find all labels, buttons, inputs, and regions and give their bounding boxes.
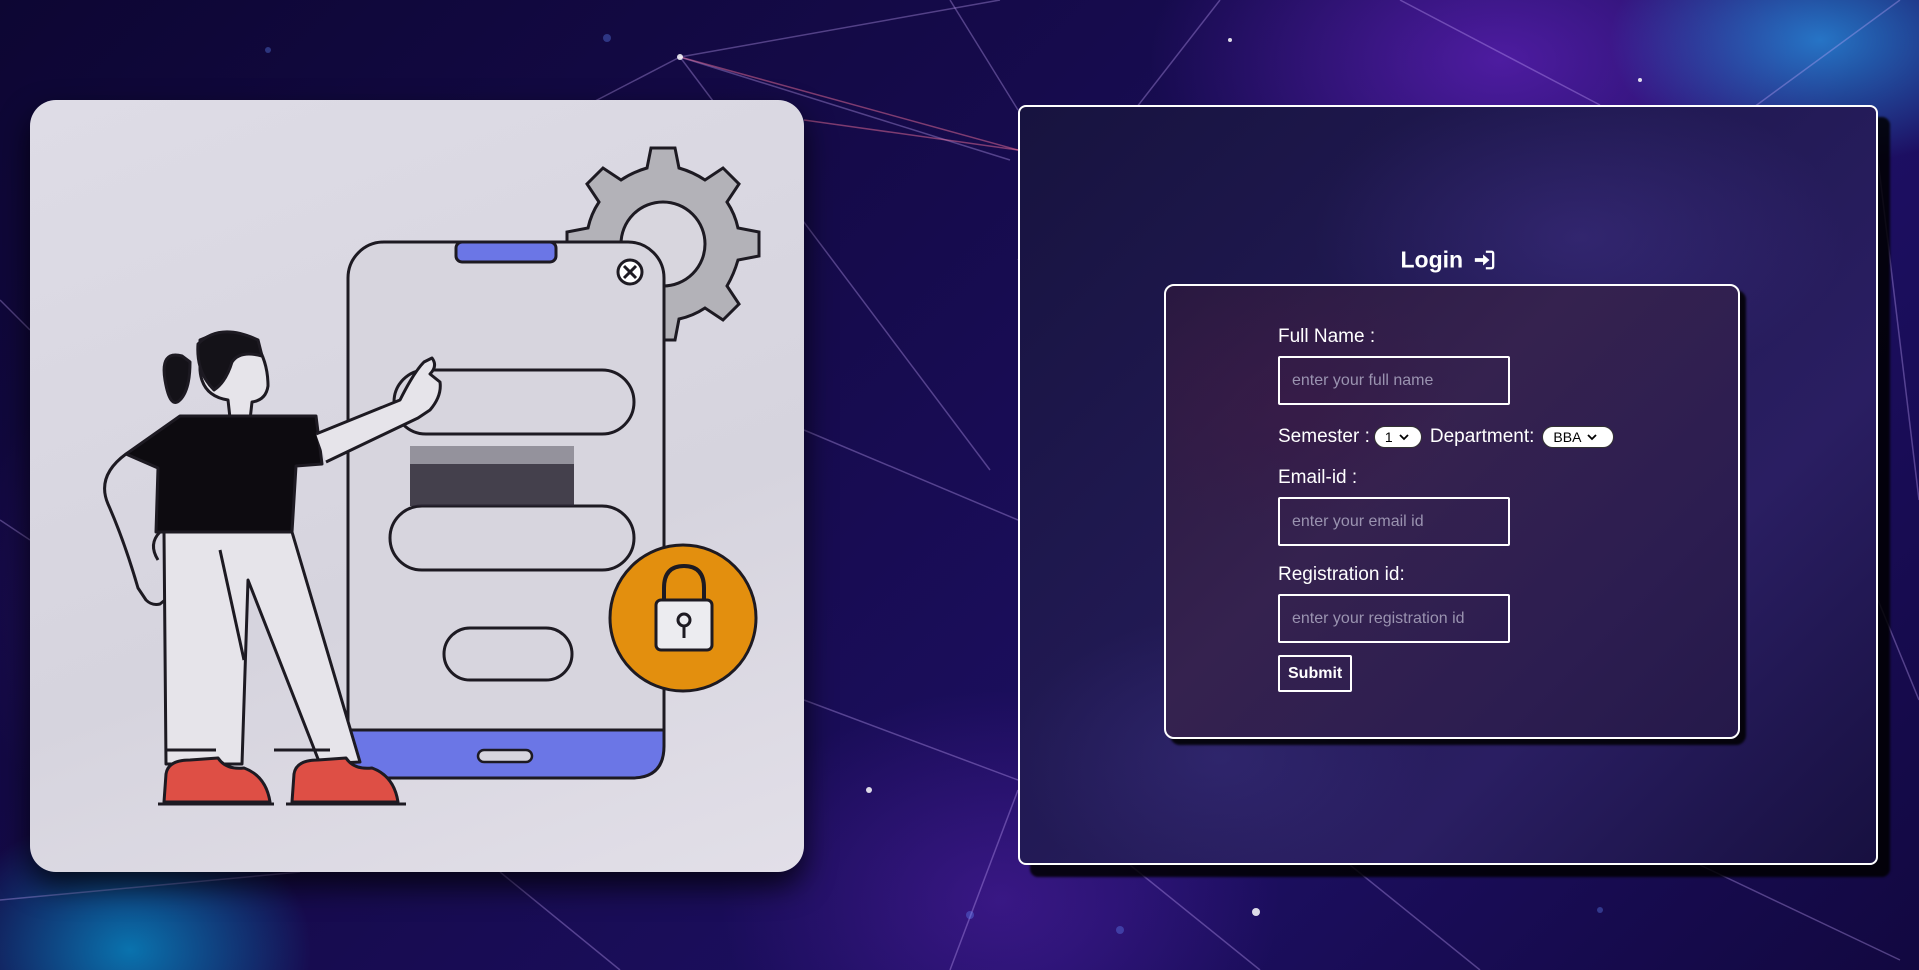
department-value: BBA bbox=[1553, 429, 1582, 445]
close-icon bbox=[616, 258, 644, 286]
login-illustration-card bbox=[30, 100, 804, 872]
full-name-input[interactable] bbox=[1278, 356, 1510, 405]
login-panel: Login Full Name : Semester : 1 Departmen… bbox=[1018, 105, 1878, 865]
registration-form: Full Name : Semester : 1 Department: BBA… bbox=[1164, 284, 1740, 739]
semester-label: Semester : bbox=[1278, 426, 1370, 447]
semester-value: 1 bbox=[1384, 429, 1393, 445]
registration-input[interactable] bbox=[1278, 594, 1510, 643]
email-label: Email-id : bbox=[1278, 467, 1358, 488]
phone-graphic bbox=[346, 240, 666, 780]
semester-select[interactable]: 1 bbox=[1373, 426, 1422, 448]
semester-department-row: Semester : 1 Department: BBA bbox=[1278, 425, 1615, 449]
registration-block: Registration id: bbox=[1278, 564, 1614, 643]
department-label: Department: bbox=[1429, 426, 1535, 447]
padlock-icon bbox=[608, 543, 758, 693]
department-select[interactable]: BBA bbox=[1542, 426, 1615, 448]
email-input[interactable] bbox=[1278, 497, 1510, 546]
sign-in-icon bbox=[1475, 250, 1495, 270]
login-title: Login bbox=[1400, 246, 1464, 273]
chevron-down-icon bbox=[1587, 433, 1598, 440]
registration-label: Registration id: bbox=[1278, 564, 1405, 585]
form-fields: Full Name : Semester : 1 Department: BBA… bbox=[1278, 326, 1615, 692]
full-name-label: Full Name : bbox=[1278, 326, 1376, 347]
login-illustration bbox=[103, 146, 761, 806]
submit-button[interactable]: Submit bbox=[1278, 655, 1353, 692]
login-heading: Login bbox=[1020, 245, 1876, 273]
chevron-down-icon bbox=[1399, 433, 1409, 440]
